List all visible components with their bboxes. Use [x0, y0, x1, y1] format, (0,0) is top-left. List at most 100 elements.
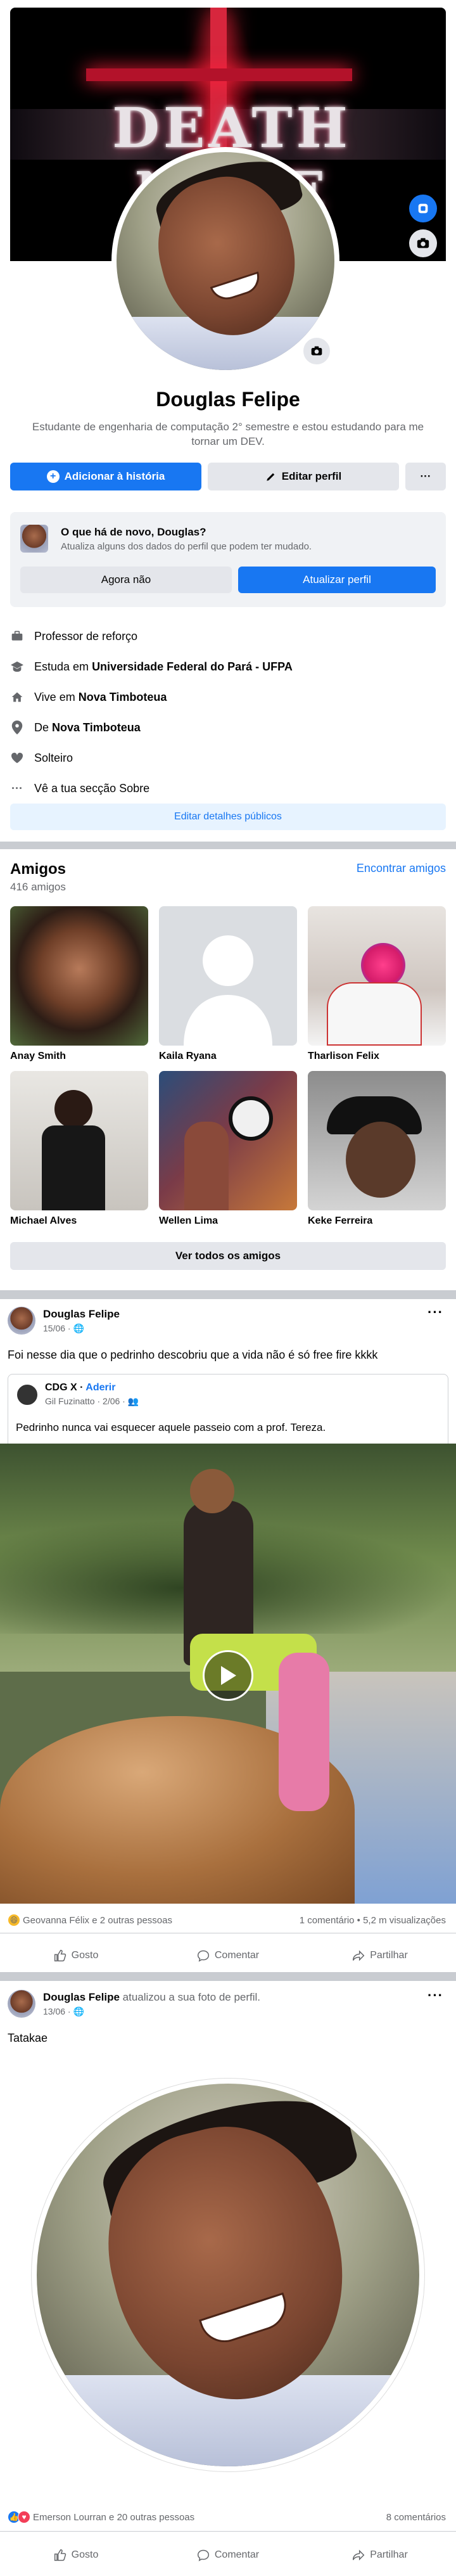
detail-about-link[interactable]: ··· Vê a tua secção Sobre	[10, 773, 446, 804]
friend-photo	[159, 1071, 297, 1210]
edit-public-label: Editar detalhes públicos	[174, 811, 282, 822]
section-divider	[0, 1972, 456, 1981]
detail-lives: Vive em Nova Timboteua	[10, 682, 446, 712]
update-profile-card: O que há de novo, Douglas? Atualiza algu…	[10, 512, 446, 607]
not-now-label: Agora não	[101, 574, 151, 586]
play-button[interactable]	[203, 1650, 253, 1701]
detail-from: De Nova Timboteua	[10, 712, 446, 743]
pencil-icon	[267, 473, 275, 481]
group-avatar	[16, 1383, 39, 1406]
edit-public-details-button[interactable]: Editar detalhes públicos	[10, 804, 446, 830]
profile-page: DEATH NOTE Douglas Felipe Estudante de e…	[0, 0, 456, 2576]
more-options-button[interactable]: ···	[405, 463, 446, 490]
location-pin-icon	[10, 721, 24, 734]
share-button[interactable]: Partilhar	[304, 2539, 456, 2572]
more-dots-icon: ···	[11, 781, 23, 795]
post-meta: 13/06 · 🌐	[43, 2006, 84, 2016]
friend-card[interactable]: Keke Ferreira	[308, 1071, 446, 1227]
profile-bio: Estudante de engenharia de computação 2°…	[32, 421, 424, 447]
post-header: Douglas Felipe atualizou a sua foto de p…	[43, 1991, 260, 2004]
post-author[interactable]: Douglas Felipe	[43, 1308, 120, 1321]
join-group-link[interactable]: Aderir	[86, 1382, 115, 1393]
post-reactions[interactable]: 👍 ♥ Emerson Lourran e 20 outras pessoas	[8, 2511, 194, 2523]
friend-photo	[308, 906, 446, 1046]
detail-study: Estuda em Universidade Federal do Pará -…	[10, 651, 446, 682]
briefcase-icon	[10, 629, 24, 643]
heart-icon	[10, 751, 24, 765]
shared-post-meta: Gil Fuzinatto · 2/06 · 👥	[45, 1396, 139, 1406]
post-author-avatar[interactable]	[8, 1990, 35, 2018]
about-link-text: Vê a tua secção Sobre	[34, 781, 150, 795]
comment-button[interactable]: Comentar	[152, 1939, 304, 1972]
cover-story-button[interactable]	[409, 195, 437, 222]
post-meta: 15/06 · 🌐	[43, 1323, 84, 1333]
update-profile-label: Atualizar perfil	[303, 574, 371, 586]
friend-name: Tharlison Felix	[308, 1051, 379, 1061]
share-button[interactable]: Partilhar	[304, 1939, 456, 1972]
graduation-cap-icon	[10, 660, 24, 674]
public-globe-icon: 🌐	[73, 1323, 84, 1333]
post-reactions[interactable]: 😆 Geovanna Félix e 2 outras pessoas	[8, 1914, 172, 1926]
friend-card[interactable]: Wellen Lima	[159, 1071, 297, 1227]
post-author[interactable]: Douglas Felipe	[43, 1991, 120, 2003]
detail-relationship: Solteiro	[10, 743, 446, 773]
friend-name: Anay Smith	[10, 1051, 66, 1061]
update-profile-button[interactable]: Atualizar perfil	[238, 567, 436, 593]
cover-camera-button[interactable]	[409, 229, 437, 257]
comment-button[interactable]: Comentar	[152, 2539, 304, 2572]
friend-name: Michael Alves	[10, 1215, 77, 1226]
section-divider	[0, 1290, 456, 1299]
post-options-button[interactable]: ···	[428, 1987, 443, 2004]
play-icon	[221, 1666, 236, 1685]
profile-name: Douglas Felipe	[156, 388, 300, 411]
detail-lives-value[interactable]: Nova Timboteua	[79, 691, 167, 704]
add-story-label: Adicionar à história	[64, 470, 165, 482]
section-divider	[0, 842, 456, 849]
edit-profile-button[interactable]: Editar perfil	[208, 463, 399, 490]
post-actions: Gosto Comentar Partilhar	[0, 1939, 456, 1972]
post-action-text: atualizou a sua foto de perfil.	[122, 1991, 261, 2003]
post-actions: Gosto Comentar Partilhar	[0, 2539, 456, 2572]
find-friends-link[interactable]: Encontrar amigos	[357, 862, 446, 875]
detail-job: Professor de reforço	[10, 621, 446, 651]
update-card-title: O que há de novo, Douglas?	[61, 526, 206, 538]
shared-post[interactable]: CDG X · Aderir Gil Fuzinatto · 2/06 · 👥 …	[8, 1374, 448, 1445]
friend-photo	[10, 906, 148, 1046]
profile-details: Professor de reforço Estuda em Universid…	[10, 621, 446, 804]
add-story-button[interactable]: + Adicionar à história	[10, 463, 201, 490]
detail-lives-prefix: Vive em	[34, 690, 75, 703]
friends-count: 416 amigos	[10, 881, 66, 893]
share-icon	[353, 2549, 365, 2561]
friend-photo	[159, 906, 297, 1046]
profile-picture-photo[interactable]	[32, 2079, 424, 2471]
like-button[interactable]: Gosto	[0, 1939, 152, 1972]
post-stats[interactable]: 1 comentário • 5,2 m visualizações	[300, 1915, 446, 1926]
friend-card[interactable]: Anay Smith	[10, 906, 148, 1062]
like-button[interactable]: Gosto	[0, 2539, 152, 2572]
haha-reaction-icon: 😆	[8, 1914, 20, 1926]
not-now-button[interactable]: Agora não	[20, 567, 232, 593]
detail-study-value[interactable]: Universidade Federal do Pará - UFPA	[92, 660, 293, 674]
friend-photo	[10, 1071, 148, 1210]
avatar-camera-button[interactable]	[301, 336, 332, 366]
detail-relationship-text: Solteiro	[34, 751, 73, 764]
update-card-subtitle: Atualiza alguns dos dados do perfil que …	[61, 541, 312, 552]
friend-card[interactable]: Tharlison Felix	[308, 906, 446, 1062]
public-globe-icon: 🌐	[73, 2006, 84, 2016]
see-all-friends-button[interactable]: Ver todos os amigos	[10, 1242, 446, 1270]
detail-from-value[interactable]: Nova Timboteua	[52, 721, 141, 734]
share-icon	[353, 1950, 365, 1961]
more-icon: ···	[420, 470, 431, 482]
story-icon	[418, 203, 428, 214]
like-icon	[54, 2549, 66, 2561]
friend-name: Keke Ferreira	[308, 1215, 373, 1226]
plus-circle-icon: +	[46, 470, 60, 483]
post-author-avatar[interactable]	[8, 1307, 35, 1335]
detail-study-prefix: Estuda em	[34, 660, 89, 673]
friend-card[interactable]: Michael Alves	[10, 1071, 148, 1227]
friend-card[interactable]: Kaila Ryana	[159, 906, 297, 1062]
post-options-button[interactable]: ···	[428, 1304, 443, 1321]
love-reaction-icon: ♥	[18, 2511, 30, 2523]
friend-name: Kaila Ryana	[159, 1051, 217, 1061]
post-stats[interactable]: 8 comentários	[386, 2512, 446, 2523]
